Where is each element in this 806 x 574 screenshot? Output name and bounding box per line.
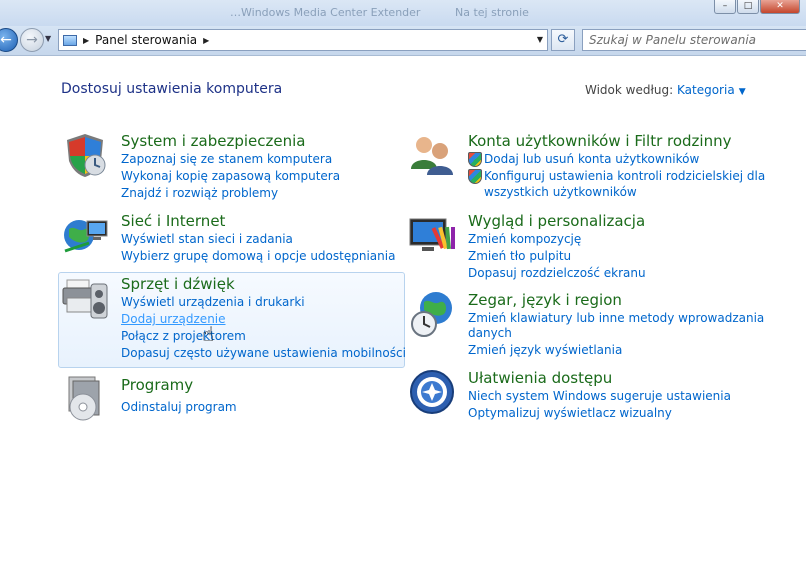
minimize-button[interactable]: – [714, 0, 736, 14]
background-window-title-right: Na tej stronie [455, 6, 529, 19]
uac-shield-icon [468, 152, 482, 167]
category-title[interactable]: Sprzęt i dźwięk [121, 275, 235, 293]
category-link-continued[interactable]: danych [468, 326, 512, 340]
category-link[interactable]: Wykonaj kopię zapasową komputera [121, 169, 340, 183]
category-title[interactable]: Zegar, język i region [468, 291, 622, 309]
category-link[interactable]: Dopasuj rozdzielczość ekranu [468, 266, 646, 280]
view-by-value[interactable]: Kategoria [677, 83, 735, 97]
control-panel-icon [63, 34, 77, 46]
category-title[interactable]: System i zabezpieczenia [121, 132, 305, 150]
category-link[interactable]: Wyświetl urządzenia i drukarki [121, 295, 305, 309]
programs-disc-icon [68, 376, 100, 421]
category-title[interactable]: Sieć i Internet [121, 212, 225, 230]
category-link[interactable]: Zmień klawiatury lub inne metody wprowad… [468, 311, 764, 325]
breadcrumb-control-panel[interactable]: Panel sterowania [95, 33, 197, 47]
recent-pages-dropdown[interactable]: ▼ [45, 34, 51, 43]
category-link[interactable]: Zapoznaj się ze stanem komputera [121, 152, 332, 166]
address-history-dropdown[interactable]: ▼ [537, 35, 543, 44]
window-controls: – □ ✕ [714, 0, 800, 14]
close-button[interactable]: ✕ [760, 0, 800, 14]
search-input[interactable]: Szukaj w Panelu sterowania [582, 29, 806, 51]
breadcrumb-separator-icon[interactable]: ▶ [83, 36, 89, 45]
network-globe-icon [64, 220, 108, 253]
category-link[interactable]: Dopasuj często używane ustawienia mobiln… [121, 346, 406, 360]
category-title[interactable]: Ułatwienia dostępu [468, 369, 612, 387]
category-link[interactable]: Odinstaluj program [121, 400, 237, 414]
printer-speaker-icon [62, 279, 108, 319]
users-icon [411, 137, 453, 175]
page-title: Dostosuj ustawienia komputera [61, 81, 283, 97]
view-by-dropdown[interactable]: Kategoria ▼ [677, 83, 746, 97]
hand-cursor-icon: ☝ [202, 322, 215, 346]
category-title[interactable]: Konta użytkowników i Filtr rodzinny [468, 132, 731, 150]
category-link[interactable]: Optymalizuj wyświetlacz wizualny [468, 406, 672, 420]
uac-shield-icon [468, 169, 482, 184]
address-bar[interactable]: ▶ Panel sterowania ▶ ▼ [58, 29, 548, 51]
category-link[interactable]: Konfiguruj ustawienia kontroli rodziciel… [484, 169, 765, 183]
refresh-button[interactable]: ⟳ [551, 29, 575, 51]
breadcrumb-separator-icon[interactable]: ▶ [203, 36, 209, 45]
category-link[interactable]: Zmień tło pulpitu [468, 249, 571, 263]
forward-button[interactable]: → [20, 28, 44, 52]
category-link-continued[interactable]: wszystkich użytkowników [484, 185, 637, 199]
shield-icon [67, 134, 106, 177]
maximize-button[interactable]: □ [737, 0, 759, 14]
chevron-down-icon: ▼ [738, 87, 746, 97]
arrow-right-icon: → [26, 32, 38, 48]
title-bar: …Windows Media Center Extender Na tej st… [0, 0, 806, 26]
view-by-label: Widok według: [585, 83, 674, 97]
monitor-palette-icon [409, 218, 455, 251]
category-link[interactable]: Dodaj lub usuń konta użytkowników [484, 152, 699, 166]
category-link[interactable]: Wybierz grupę domową i opcje udostępnian… [121, 249, 395, 263]
category-link[interactable]: Wyświetl stan sieci i zadania [121, 232, 293, 246]
refresh-icon: ⟳ [557, 32, 569, 47]
category-link[interactable]: Zmień kompozycję [468, 232, 581, 246]
category-link[interactable]: Zmień język wyświetlania [468, 343, 622, 357]
category-title[interactable]: Programy [121, 376, 193, 394]
category-link[interactable]: Niech system Windows sugeruje ustawienia [468, 389, 731, 403]
category-link[interactable]: Znajdź i rozwiąż problemy [121, 186, 278, 200]
arrow-left-icon: ← [0, 32, 12, 48]
clock-globe-icon [411, 292, 452, 337]
back-button[interactable]: ← [0, 28, 18, 52]
navigation-toolbar: ← → ▼ ▶ Panel sterowania ▶ ▼ ⟳ Szukaj w … [0, 26, 806, 56]
accessibility-icon [410, 370, 454, 414]
category-link[interactable]: Połącz z projektorem [121, 329, 246, 343]
category-title[interactable]: Wygląd i personalizacja [468, 212, 645, 230]
background-window-title: …Windows Media Center Extender [230, 6, 421, 19]
